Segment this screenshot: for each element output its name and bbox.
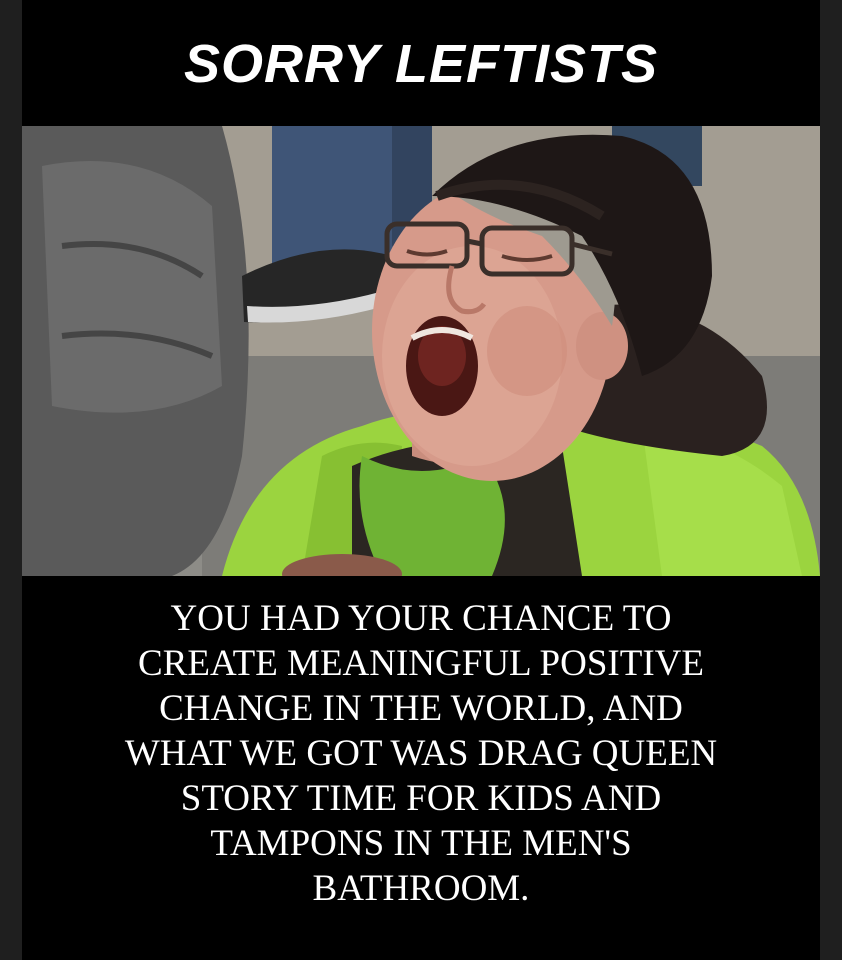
- meme-panel: SORRY LEFTISTS YOU HAD YOUR CHANCE TO CR…: [22, 0, 820, 960]
- caption-line: CHANGE IN THE WORLD, AND: [159, 688, 683, 729]
- caption-line: WHAT WE GOT WAS DRAG QUEEN: [124, 733, 718, 774]
- meme-caption: YOU HAD YOUR CHANCE TO CREATE MEANINGFUL…: [22, 596, 820, 911]
- meme-image: SORRY LEFTISTS YOU HAD YOUR CHANCE TO CR…: [0, 0, 842, 960]
- meme-title: SORRY LEFTISTS: [183, 34, 659, 94]
- photo-screaming-protester: [22, 126, 820, 576]
- caption-line: YOU HAD YOUR CHANCE TO: [170, 598, 672, 639]
- caption-line: BATHROOM.: [312, 868, 530, 909]
- left-border: [0, 0, 22, 960]
- caption-line: STORY TIME FOR KIDS AND: [180, 778, 662, 819]
- right-border: [820, 0, 842, 960]
- caption-line: TAMPONS IN THE MEN'S: [210, 823, 632, 864]
- caption-line: CREATE MEANINGFUL POSITIVE: [138, 643, 704, 684]
- protester-illustration: [22, 126, 820, 576]
